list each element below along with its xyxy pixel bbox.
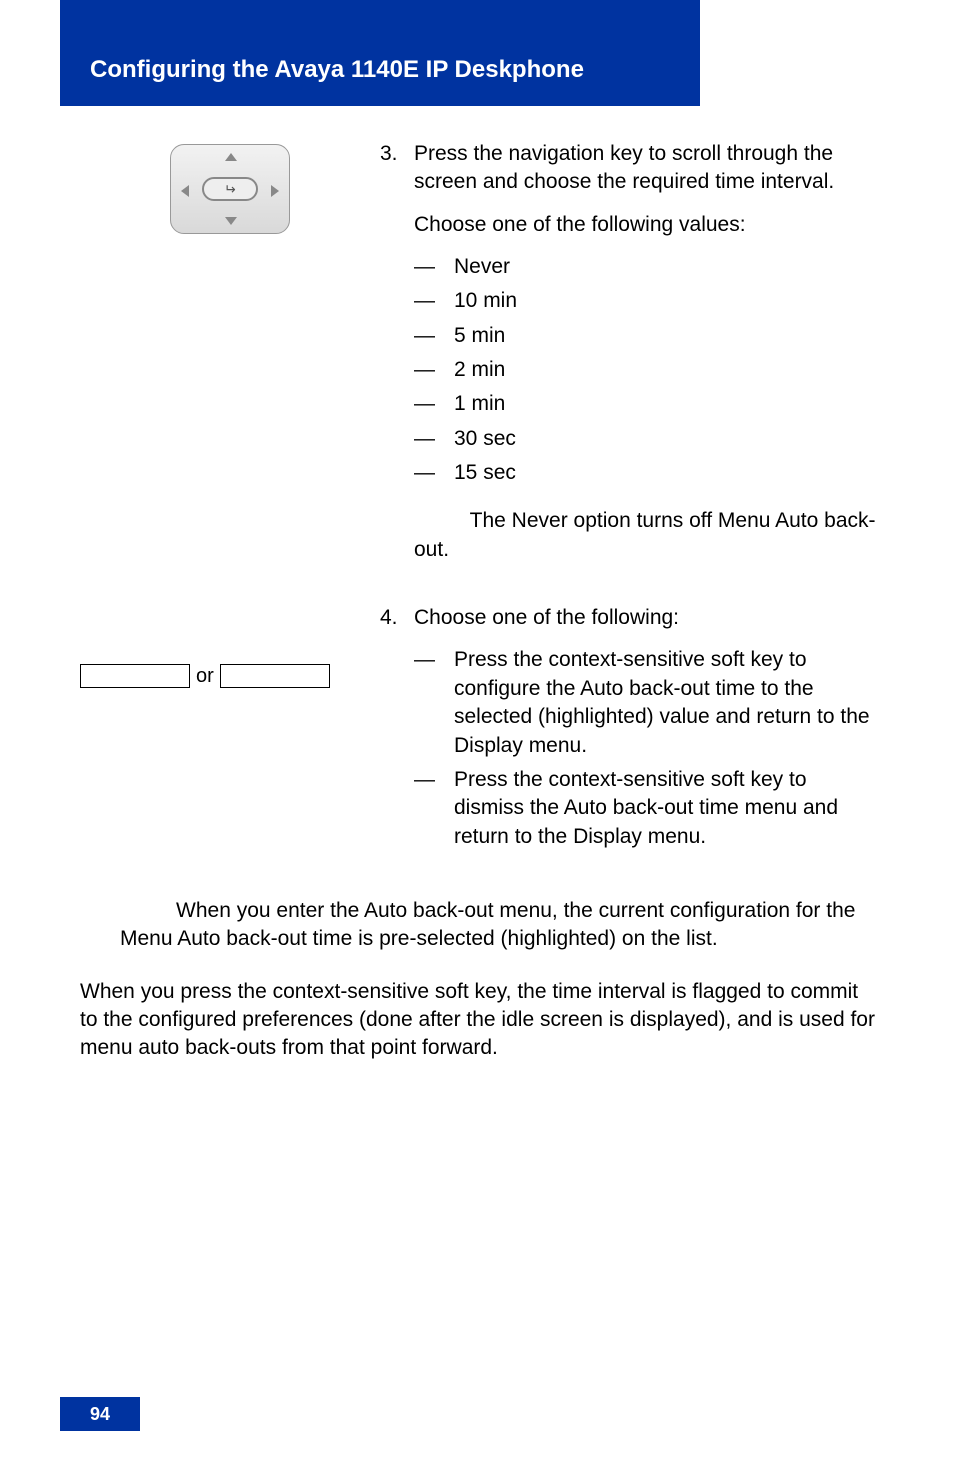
list-item: —1 min: [414, 390, 880, 418]
content-area: ↵ 3. Press the navigation key to scroll …: [80, 140, 880, 1063]
header-bar: [60, 0, 700, 106]
chevron-right-icon: [271, 185, 279, 197]
step-4-options: — Press the context-sensitive soft key t…: [414, 646, 880, 850]
step-3: 3. Press the navigation key to scroll th…: [380, 140, 880, 564]
option-text: 10 min: [454, 287, 880, 315]
chevron-left-icon: [181, 185, 189, 197]
step-4-row: or 4. Choose one of the following: — Pre…: [80, 604, 880, 857]
step-3-number: 3.: [380, 140, 414, 564]
option-text: 1 min: [454, 390, 880, 418]
step-4-body: Choose one of the following: — Press the…: [414, 604, 880, 857]
dash-icon: —: [414, 390, 454, 418]
step-3-note-text: The Never option turns off Menu Auto bac…: [414, 509, 876, 560]
list-item: — Press the context-sensitive soft key t…: [414, 766, 880, 851]
step-4-item1: Press the context-sensitive soft key to …: [454, 646, 880, 759]
step-3-text-col: 3. Press the navigation key to scroll th…: [380, 140, 880, 564]
footnote: Note: When you enter the Auto back-out m…: [120, 897, 880, 954]
step-4-item2: Press the context-sensitive soft key to …: [454, 766, 880, 851]
step-4-number: 4.: [380, 604, 414, 857]
step-4-illustration-col: or: [80, 604, 380, 688]
back-softkey-icon: [220, 664, 330, 688]
option-text: 15 sec: [454, 459, 880, 487]
list-item: —Never: [414, 253, 880, 281]
list-item: —15 sec: [414, 459, 880, 487]
step-3-options: —Never —10 min —5 min —2 min —1 min —30 …: [414, 253, 880, 487]
option-text: Never: [454, 253, 880, 281]
navigation-key-icon: ↵: [170, 144, 290, 234]
footnote-text: When you enter the Auto back-out menu, t…: [120, 899, 855, 950]
or-text: or: [196, 665, 214, 688]
option-text: 2 min: [454, 356, 880, 384]
chevron-down-icon: [225, 217, 237, 225]
step-3-line1a: Press the: [414, 142, 509, 165]
step-3-illustration-col: ↵: [80, 140, 380, 234]
list-item: —2 min: [414, 356, 880, 384]
step-3-note: Note: The Never option turns off Menu Au…: [414, 507, 880, 564]
list-item: — Press the context-sensitive soft key t…: [414, 646, 880, 759]
step-4-intro: Choose one of the following:: [414, 604, 880, 632]
dash-icon: —: [414, 287, 454, 315]
select-softkey-icon: [80, 664, 190, 688]
end-paragraph: When you press the context-sensitive sof…: [80, 978, 880, 1063]
step-3-line2: Choose one of the following values:: [414, 211, 880, 239]
step-4: 4. Choose one of the following: — Press …: [380, 604, 880, 857]
step-4-item1a: Press the: [454, 648, 549, 671]
dash-icon: —: [414, 253, 454, 281]
list-item: —5 min: [414, 322, 880, 350]
option-text: 5 min: [454, 322, 880, 350]
page-title: Configuring the Avaya 1140E IP Deskphone: [90, 56, 584, 84]
endpara-a: When you press the: [80, 980, 273, 1003]
softkey-buttons: or: [80, 664, 380, 688]
step-3-row: ↵ 3. Press the navigation key to scroll …: [80, 140, 880, 564]
dash-icon: —: [414, 459, 454, 487]
step-3-body: Press the navigation key to scroll throu…: [414, 140, 880, 564]
dash-icon: —: [414, 766, 454, 851]
enter-key-icon: ↵: [202, 177, 258, 201]
dash-icon: —: [414, 425, 454, 453]
dash-icon: —: [414, 356, 454, 384]
dash-icon: —: [414, 322, 454, 350]
step-4-item2a: Press the: [454, 768, 549, 791]
dash-icon: —: [414, 646, 454, 759]
option-text: 30 sec: [454, 425, 880, 453]
list-item: —30 sec: [414, 425, 880, 453]
step-4-text-col: 4. Choose one of the following: — Press …: [380, 604, 880, 857]
enter-glyph-icon: ↵: [224, 181, 236, 198]
list-item: —10 min: [414, 287, 880, 315]
chevron-up-icon: [225, 153, 237, 161]
page-number: 94: [60, 1397, 140, 1431]
page: Configuring the Avaya 1140E IP Deskphone…: [0, 0, 954, 1475]
